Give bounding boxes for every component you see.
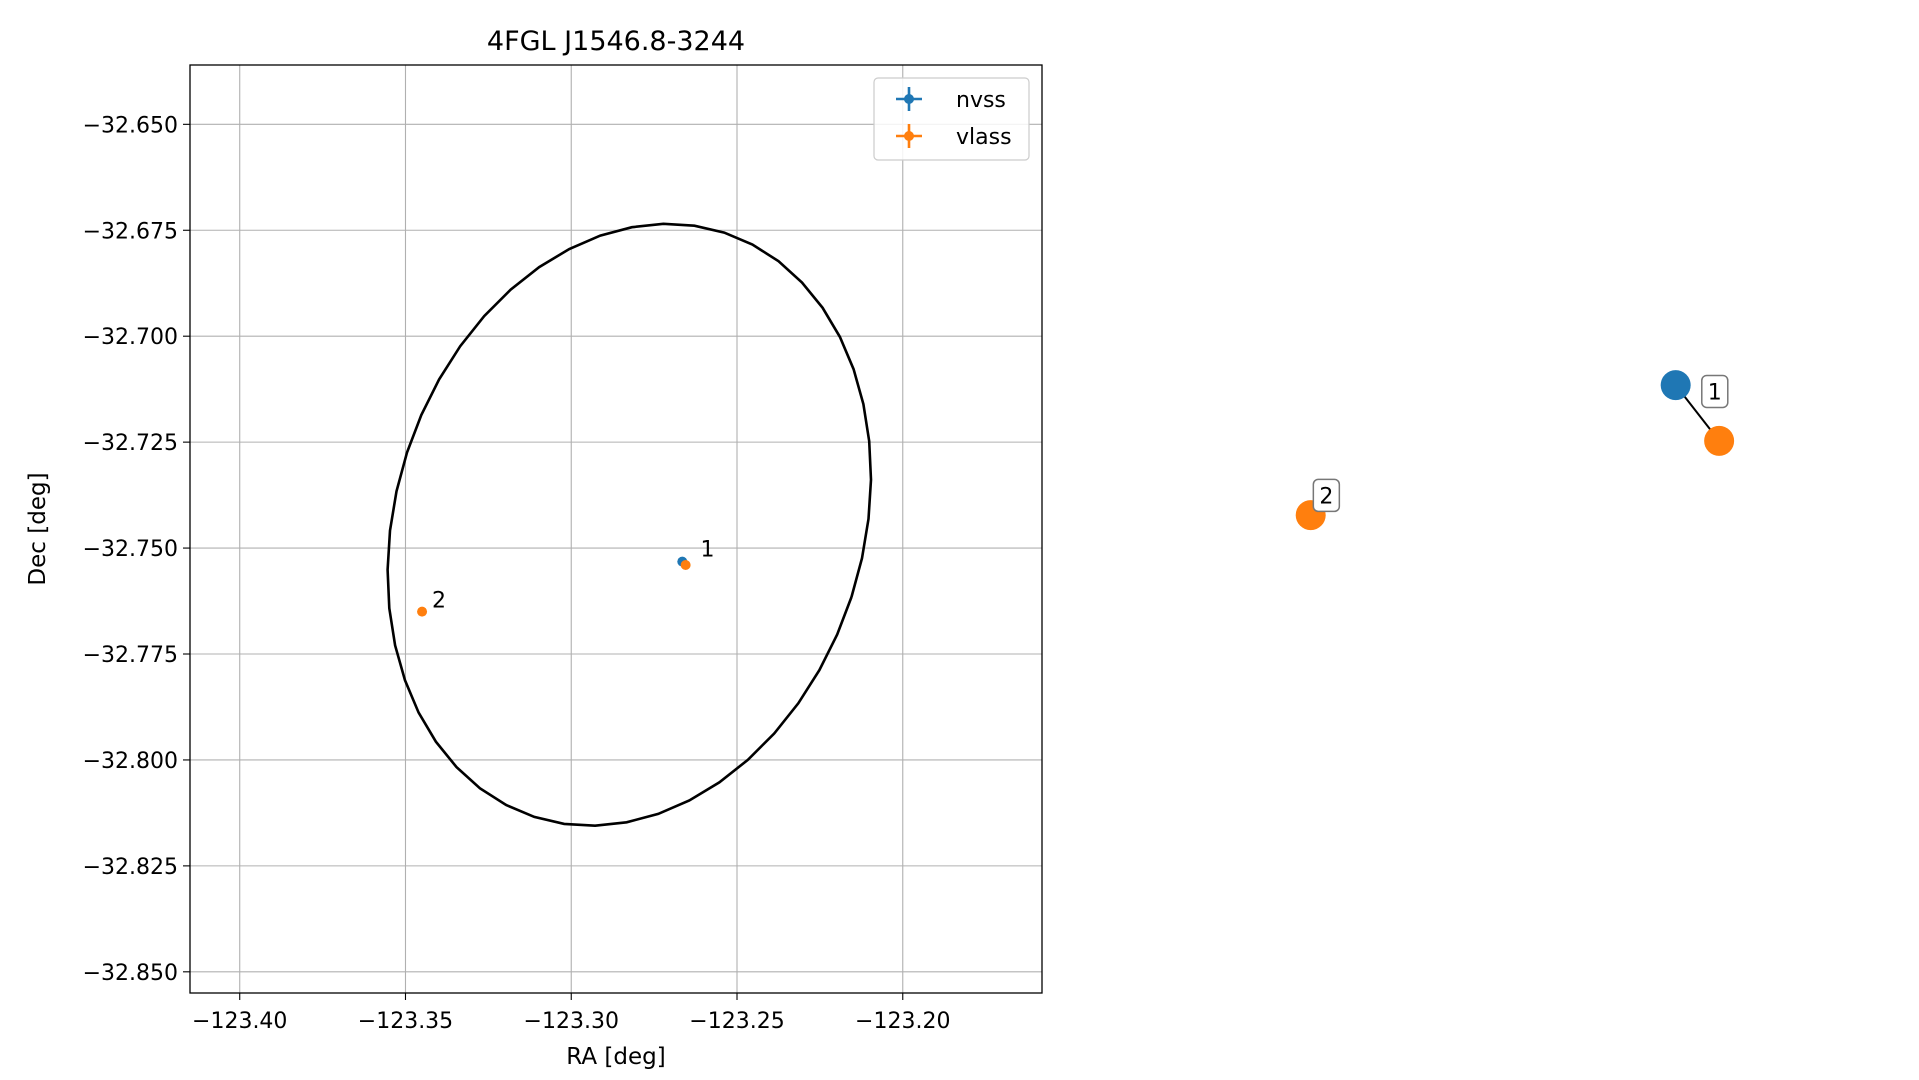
- vlass-point: [680, 560, 691, 571]
- vlass-point: [417, 606, 428, 617]
- y-axis-label: Dec [deg]: [25, 472, 51, 585]
- x-tick-label: −123.40: [192, 1009, 287, 1034]
- figure: 12 −123.40 −123.35 −123.30 −123.25 −123.20 −…: [25, 26, 1735, 1070]
- legend: nvss vlass: [873, 77, 1030, 161]
- match-label: 2: [1319, 484, 1333, 509]
- axes-frame: [189, 64, 1043, 994]
- data-points: 12: [417, 538, 715, 617]
- localization-ellipse: [386, 222, 873, 828]
- x-ticks: −123.40 −123.35 −123.30 −123.25 −123.20: [192, 993, 950, 1034]
- y-tick-label: −32.800: [83, 749, 178, 774]
- ellipse-layer: [386, 222, 873, 828]
- x-tick-label: −123.30: [524, 1009, 619, 1034]
- legend-label: vlass: [956, 125, 1012, 150]
- x-tick-label: −123.25: [689, 1009, 784, 1034]
- match-label: 1: [1708, 380, 1722, 405]
- y-tick-label: −32.825: [83, 855, 178, 880]
- point-label: 2: [432, 588, 446, 613]
- y-tick-label: −32.650: [83, 113, 178, 138]
- y-tick-label: −32.675: [83, 219, 178, 244]
- match-point: [1704, 425, 1735, 456]
- main-plot: 12 −123.40 −123.35 −123.30 −123.25 −123.20 −…: [25, 26, 1043, 1070]
- legend-marker-dot: [904, 94, 914, 104]
- match-diagram: 12: [1295, 370, 1735, 531]
- y-tick-label: −32.725: [83, 431, 178, 456]
- y-tick-label: −32.850: [83, 961, 178, 986]
- x-tick-label: −123.20: [855, 1009, 950, 1034]
- y-tick-label: −32.750: [83, 537, 178, 562]
- point-label: 1: [701, 538, 715, 563]
- x-axis-label: RA [deg]: [566, 1044, 665, 1070]
- y-ticks: −32.650 −32.675 −32.700 −32.725 −32.750 −32.7…: [83, 113, 190, 986]
- match-point: [1660, 370, 1691, 401]
- chart-title: 4FGL J1546.8-3244: [487, 26, 745, 57]
- grid: [190, 65, 1042, 993]
- legend-marker-dot: [904, 131, 914, 141]
- y-tick-label: −32.775: [83, 643, 178, 668]
- y-tick-label: −32.700: [83, 325, 178, 350]
- x-tick-label: −123.35: [358, 1009, 453, 1034]
- legend-label: nvss: [956, 88, 1006, 113]
